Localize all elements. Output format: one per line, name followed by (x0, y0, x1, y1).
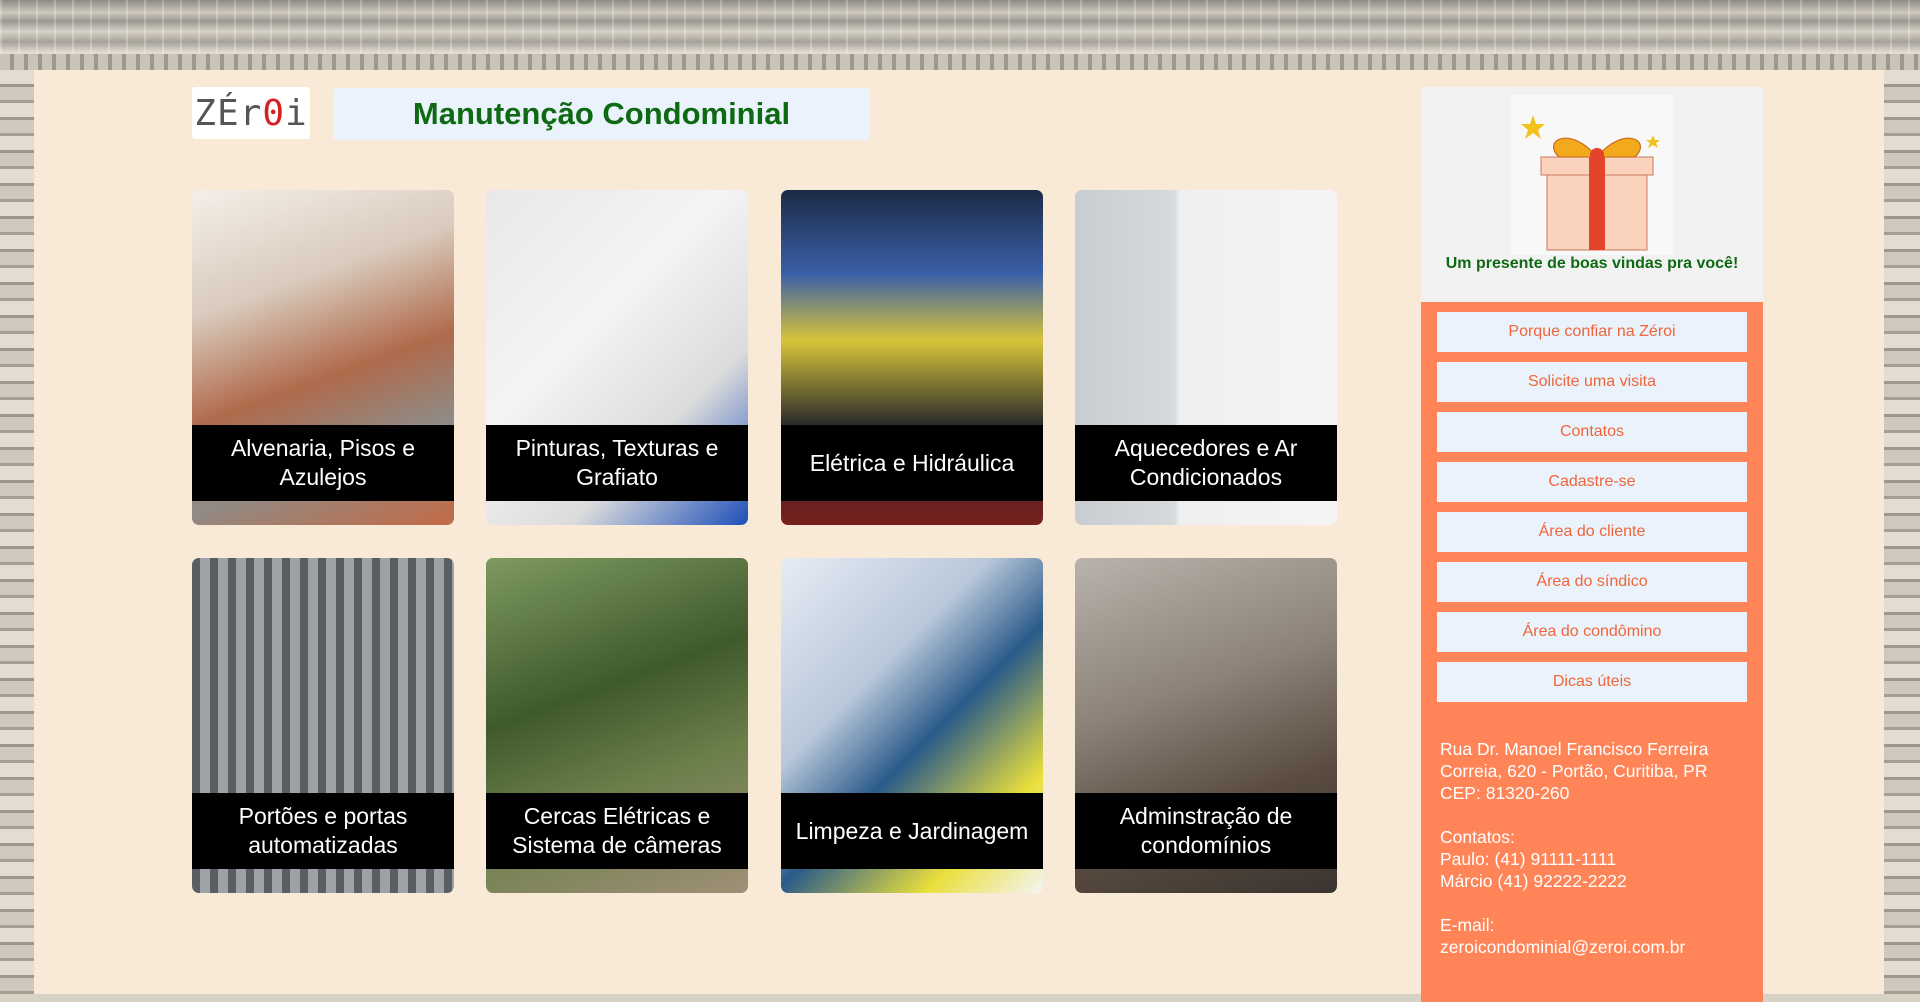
service-label: Elétrica e Hidráulica (781, 425, 1043, 501)
menu-dicas-uteis[interactable]: Dicas úteis (1437, 662, 1747, 702)
address-line: Correia, 620 - Portão, Curitiba, PR (1440, 761, 1708, 781)
email-link[interactable]: zeroicondominial@zeroi.com.br (1440, 936, 1755, 958)
service-label: Alvenaria, Pisos e Azulejos (192, 425, 454, 501)
logo-text: ZÉr0i (194, 92, 308, 134)
menu-area-condomino[interactable]: Área do condômino (1437, 612, 1747, 652)
menu-area-cliente[interactable]: Área do cliente (1437, 512, 1747, 552)
menu-porque-confiar[interactable]: Porque confiar na Zéroi (1437, 312, 1747, 352)
stone-frame-top (0, 0, 1920, 70)
sidebar-menu: Porque confiar na Zéroi Solicite uma vis… (1421, 302, 1763, 1002)
contact-paulo: Paulo: (41) 91111-1111 (1440, 849, 1617, 869)
contact-marcio: Márcio (41) 92222-2222 (1440, 871, 1627, 891)
service-card-aquecedores[interactable]: Aquecedores e Ar Condicionados (1075, 190, 1337, 525)
contacts-heading: Contatos: (1440, 827, 1515, 847)
stone-frame-left (0, 70, 34, 994)
service-card-eletrica[interactable]: Elétrica e Hidráulica (781, 190, 1043, 525)
service-card-limpeza[interactable]: Limpeza e Jardinagem (781, 558, 1043, 893)
service-label: Aquecedores e Ar Condicionados (1075, 425, 1337, 501)
service-card-alvenaria[interactable]: Alvenaria, Pisos e Azulejos (192, 190, 454, 525)
zeroi-logo[interactable]: ZÉr0i (192, 87, 310, 139)
page-title: Manutenção Condominial (412, 96, 791, 131)
address-cep: CEP: 81320-260 (1440, 783, 1570, 803)
menu-contatos[interactable]: Contatos (1437, 412, 1747, 452)
menu-area-sindico[interactable]: Área do síndico (1437, 562, 1747, 602)
service-label: Limpeza e Jardinagem (781, 793, 1043, 869)
contact-info: Rua Dr. Manoel Francisco Ferreira Correi… (1440, 738, 1755, 958)
page-content: ZÉr0i Manutenção Condominial Alvenaria, … (34, 70, 1884, 1002)
gift-caption: Um presente de boas vindas pra você! (1445, 255, 1739, 272)
email-heading: E-mail: (1440, 915, 1495, 935)
menu-cadastre-se[interactable]: Cadastre-se (1437, 462, 1747, 502)
service-card-cercas[interactable]: Cercas Elétricas e Sistema de câmeras (486, 558, 748, 893)
service-label: Portões e portas automatizadas (192, 793, 454, 869)
service-card-portoes[interactable]: Portões e portas automatizadas (192, 558, 454, 893)
stone-frame-right (1884, 70, 1920, 994)
service-card-pinturas[interactable]: Pinturas, Texturas e Grafiato (486, 190, 748, 525)
page-title-box: Manutenção Condominial (333, 88, 870, 140)
service-label: Pinturas, Texturas e Grafiato (486, 425, 748, 501)
service-card-administracao[interactable]: Adminstração de condomínios (1075, 558, 1337, 893)
address-line: Rua Dr. Manoel Francisco Ferreira (1440, 739, 1709, 759)
service-label: Adminstração de condomínios (1075, 793, 1337, 869)
menu-solicite-visita[interactable]: Solicite uma visita (1437, 362, 1747, 402)
service-label: Cercas Elétricas e Sistema de câmeras (486, 793, 748, 869)
frame-dentils (0, 54, 1920, 70)
welcome-gift-banner[interactable]: Um presente de boas vindas pra você! (1421, 87, 1763, 302)
gift-box-icon (1511, 95, 1673, 255)
